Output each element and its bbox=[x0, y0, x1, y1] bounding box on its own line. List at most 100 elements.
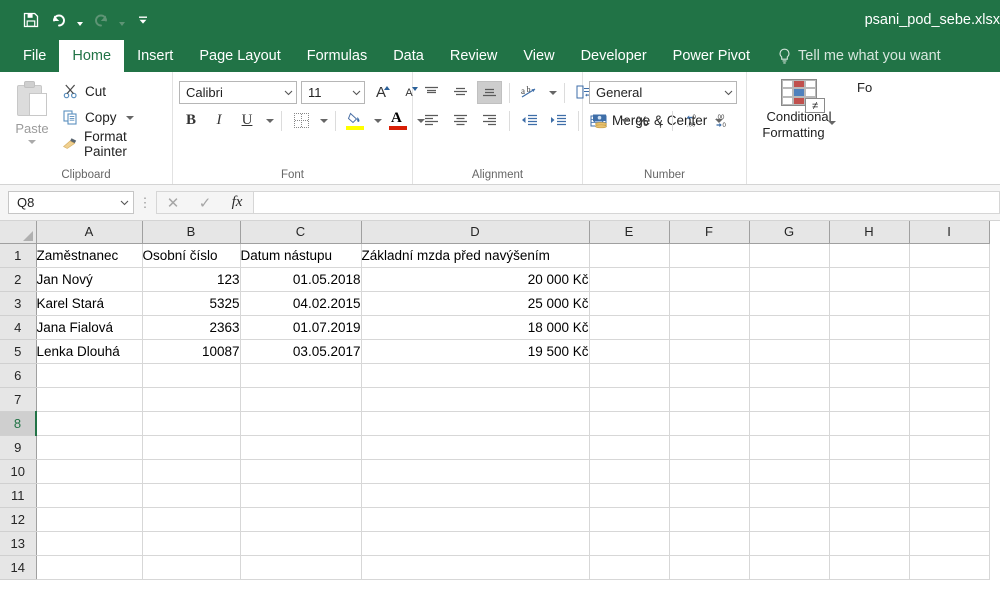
increase-decimal-button[interactable]: 0 .00 bbox=[680, 109, 705, 132]
cell-C8[interactable] bbox=[240, 411, 362, 436]
cell-I1[interactable] bbox=[909, 243, 990, 268]
row-header-12[interactable]: 12 bbox=[0, 507, 37, 532]
decrease-indent-button[interactable] bbox=[517, 109, 542, 132]
cell-E2[interactable] bbox=[589, 267, 670, 292]
cell-F3[interactable] bbox=[669, 291, 750, 316]
name-box-caret[interactable] bbox=[120, 195, 129, 210]
cell-C6[interactable] bbox=[240, 363, 362, 388]
cell-A6[interactable] bbox=[36, 363, 143, 388]
row-header-3[interactable]: 3 bbox=[0, 291, 37, 316]
increase-indent-button[interactable] bbox=[546, 109, 571, 132]
cell-D8[interactable] bbox=[361, 411, 590, 436]
cell-H13[interactable] bbox=[829, 531, 910, 556]
cell-G3[interactable] bbox=[749, 291, 830, 316]
cell-F7[interactable] bbox=[669, 387, 750, 412]
formula-bar-grip[interactable]: ⋮ bbox=[134, 196, 156, 209]
cell-A12[interactable] bbox=[36, 507, 143, 532]
cell-B12[interactable] bbox=[142, 507, 241, 532]
align-bottom-button[interactable] bbox=[477, 81, 502, 104]
tab-page-layout[interactable]: Page Layout bbox=[186, 40, 293, 72]
number-format-select[interactable]: General bbox=[589, 81, 737, 104]
undo-dropdown-caret[interactable] bbox=[74, 7, 86, 33]
tab-home[interactable]: Home bbox=[59, 40, 125, 72]
cell-E1[interactable] bbox=[589, 243, 670, 268]
cell-F5[interactable] bbox=[669, 339, 750, 364]
cell-I3[interactable] bbox=[909, 291, 990, 316]
cell-A7[interactable] bbox=[36, 387, 143, 412]
row-header-11[interactable]: 11 bbox=[0, 483, 37, 508]
align-middle-button[interactable] bbox=[448, 81, 473, 104]
cell-E7[interactable] bbox=[589, 387, 670, 412]
cell-E8[interactable] bbox=[589, 411, 670, 436]
tab-review[interactable]: Review bbox=[437, 40, 511, 72]
cell-B1[interactable]: Osobní číslo bbox=[142, 243, 241, 268]
cell-D11[interactable] bbox=[361, 483, 590, 508]
redo-icon[interactable] bbox=[88, 7, 114, 33]
tab-insert[interactable]: Insert bbox=[124, 40, 186, 72]
cell-B14[interactable] bbox=[142, 555, 241, 580]
align-right-button[interactable] bbox=[477, 109, 502, 132]
cell-A11[interactable] bbox=[36, 483, 143, 508]
cell-H5[interactable] bbox=[829, 339, 910, 364]
cell-H10[interactable] bbox=[829, 459, 910, 484]
tab-data[interactable]: Data bbox=[380, 40, 437, 72]
row-header-4[interactable]: 4 bbox=[0, 315, 37, 340]
formula-input[interactable] bbox=[253, 191, 1000, 214]
cell-E3[interactable] bbox=[589, 291, 670, 316]
cell-D12[interactable] bbox=[361, 507, 590, 532]
cell-F8[interactable] bbox=[669, 411, 750, 436]
cell-C12[interactable] bbox=[240, 507, 362, 532]
cell-G6[interactable] bbox=[749, 363, 830, 388]
undo-icon[interactable] bbox=[46, 7, 72, 33]
row-header-13[interactable]: 13 bbox=[0, 531, 37, 556]
cell-I13[interactable] bbox=[909, 531, 990, 556]
italic-button[interactable]: I bbox=[207, 109, 231, 132]
cell-E13[interactable] bbox=[589, 531, 670, 556]
cell-F12[interactable] bbox=[669, 507, 750, 532]
cell-E12[interactable] bbox=[589, 507, 670, 532]
cell-A3[interactable]: Karel Stará bbox=[36, 291, 143, 316]
spreadsheet-grid[interactable]: A B C D E F G H I 1 Zaměstnanec Osobní čís… bbox=[0, 221, 1000, 584]
cell-G1[interactable] bbox=[749, 243, 830, 268]
conditional-formatting-button[interactable]: ≠ Conditional Formatting bbox=[753, 77, 845, 167]
row-header-8[interactable]: 8 bbox=[0, 411, 37, 436]
tell-me-search[interactable]: Tell me what you want bbox=[763, 40, 949, 72]
cell-F11[interactable] bbox=[669, 483, 750, 508]
cell-G14[interactable] bbox=[749, 555, 830, 580]
cell-I10[interactable] bbox=[909, 459, 990, 484]
underline-dropdown-caret[interactable] bbox=[266, 118, 274, 123]
cell-H1[interactable] bbox=[829, 243, 910, 268]
accounting-format-button[interactable] bbox=[589, 109, 614, 132]
percent-style-button[interactable]: % bbox=[633, 109, 651, 132]
format-painter-button[interactable]: Format Painter bbox=[58, 129, 166, 159]
cell-D2[interactable]: 20 000 Kč bbox=[361, 267, 590, 292]
underline-button[interactable]: U bbox=[235, 109, 259, 132]
font-name-input[interactable]: Calibri bbox=[179, 81, 297, 104]
cell-C14[interactable] bbox=[240, 555, 362, 580]
cell-I8[interactable] bbox=[909, 411, 990, 436]
column-header-g[interactable]: G bbox=[749, 221, 830, 244]
cell-B10[interactable] bbox=[142, 459, 241, 484]
cell-A4[interactable]: Jana Fialová bbox=[36, 315, 143, 340]
cell-G13[interactable] bbox=[749, 531, 830, 556]
orientation-dropdown-caret[interactable] bbox=[549, 90, 557, 95]
cell-G9[interactable] bbox=[749, 435, 830, 460]
comma-style-button[interactable]: , bbox=[655, 109, 665, 132]
cell-G10[interactable] bbox=[749, 459, 830, 484]
cell-D9[interactable] bbox=[361, 435, 590, 460]
cell-C5[interactable]: 03.05.2017 bbox=[240, 339, 362, 364]
conditional-formatting-caret[interactable] bbox=[827, 121, 836, 140]
cell-B5[interactable]: 10087 bbox=[142, 339, 241, 364]
cell-D5[interactable]: 19 500 Kč bbox=[361, 339, 590, 364]
cell-H2[interactable] bbox=[829, 267, 910, 292]
cell-H6[interactable] bbox=[829, 363, 910, 388]
row-header-6[interactable]: 6 bbox=[0, 363, 37, 388]
orientation-button[interactable]: a b bbox=[517, 81, 542, 104]
cell-H14[interactable] bbox=[829, 555, 910, 580]
increase-font-size-button[interactable]: A bbox=[369, 81, 393, 104]
cell-I14[interactable] bbox=[909, 555, 990, 580]
cell-C9[interactable] bbox=[240, 435, 362, 460]
cell-D13[interactable] bbox=[361, 531, 590, 556]
cell-G7[interactable] bbox=[749, 387, 830, 412]
cell-D6[interactable] bbox=[361, 363, 590, 388]
